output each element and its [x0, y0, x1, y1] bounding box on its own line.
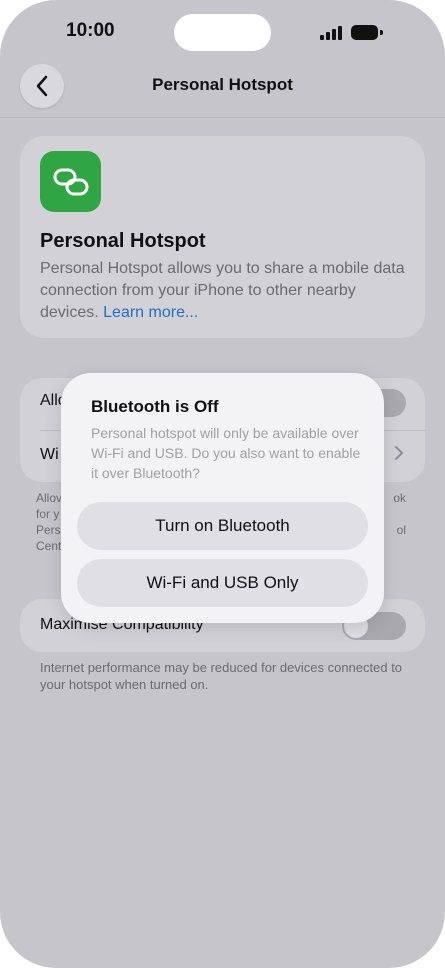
battery-icon [351, 25, 378, 40]
battery-tip [380, 30, 383, 35]
hotspot-info-card: Personal Hotspot Personal Hotspot allows… [20, 136, 425, 338]
phone-screen: 10:00 Personal Hotspot Personal Hotspot … [0, 0, 445, 968]
compatibility-footer-note: Internet performance may be reduced for … [40, 660, 403, 692]
dynamic-island [174, 14, 271, 51]
turn-on-bluetooth-button[interactable]: Turn on Bluetooth [77, 502, 368, 550]
hotspot-card-title: Personal Hotspot [40, 230, 206, 252]
bluetooth-alert-dialog: Bluetooth is Off Personal hotspot will o… [61, 373, 384, 623]
chevron-right-icon [395, 446, 403, 460]
nav-divider [0, 117, 445, 118]
alert-title: Bluetooth is Off [91, 397, 219, 416]
hotspot-app-icon [40, 151, 101, 212]
learn-more-link[interactable]: Learn more... [103, 304, 198, 321]
cellular-signal-icon [320, 26, 344, 40]
link-icon [53, 168, 88, 195]
page-title: Personal Hotspot [152, 75, 293, 94]
hotspot-description: Personal Hotspot allows you to share a m… [40, 258, 410, 324]
footer-line-left: for y [36, 507, 60, 521]
footer-line-left: Allov [36, 491, 63, 505]
footer-line-left: Cent [36, 539, 62, 553]
wifi-usb-only-button[interactable]: Wi-Fi and USB Only [77, 559, 368, 607]
footer-line-right: ol [396, 523, 406, 537]
hotspot-description-text: Personal Hotspot allows you to share a m… [40, 260, 405, 321]
alert-message: Personal hotspot will only be available … [91, 425, 361, 481]
wifi-password-label[interactable]: Wi [40, 446, 59, 464]
footer-line-right: ok [393, 491, 406, 505]
status-time: 10:00 [66, 20, 115, 41]
footer-line-left: Pers [36, 523, 61, 537]
